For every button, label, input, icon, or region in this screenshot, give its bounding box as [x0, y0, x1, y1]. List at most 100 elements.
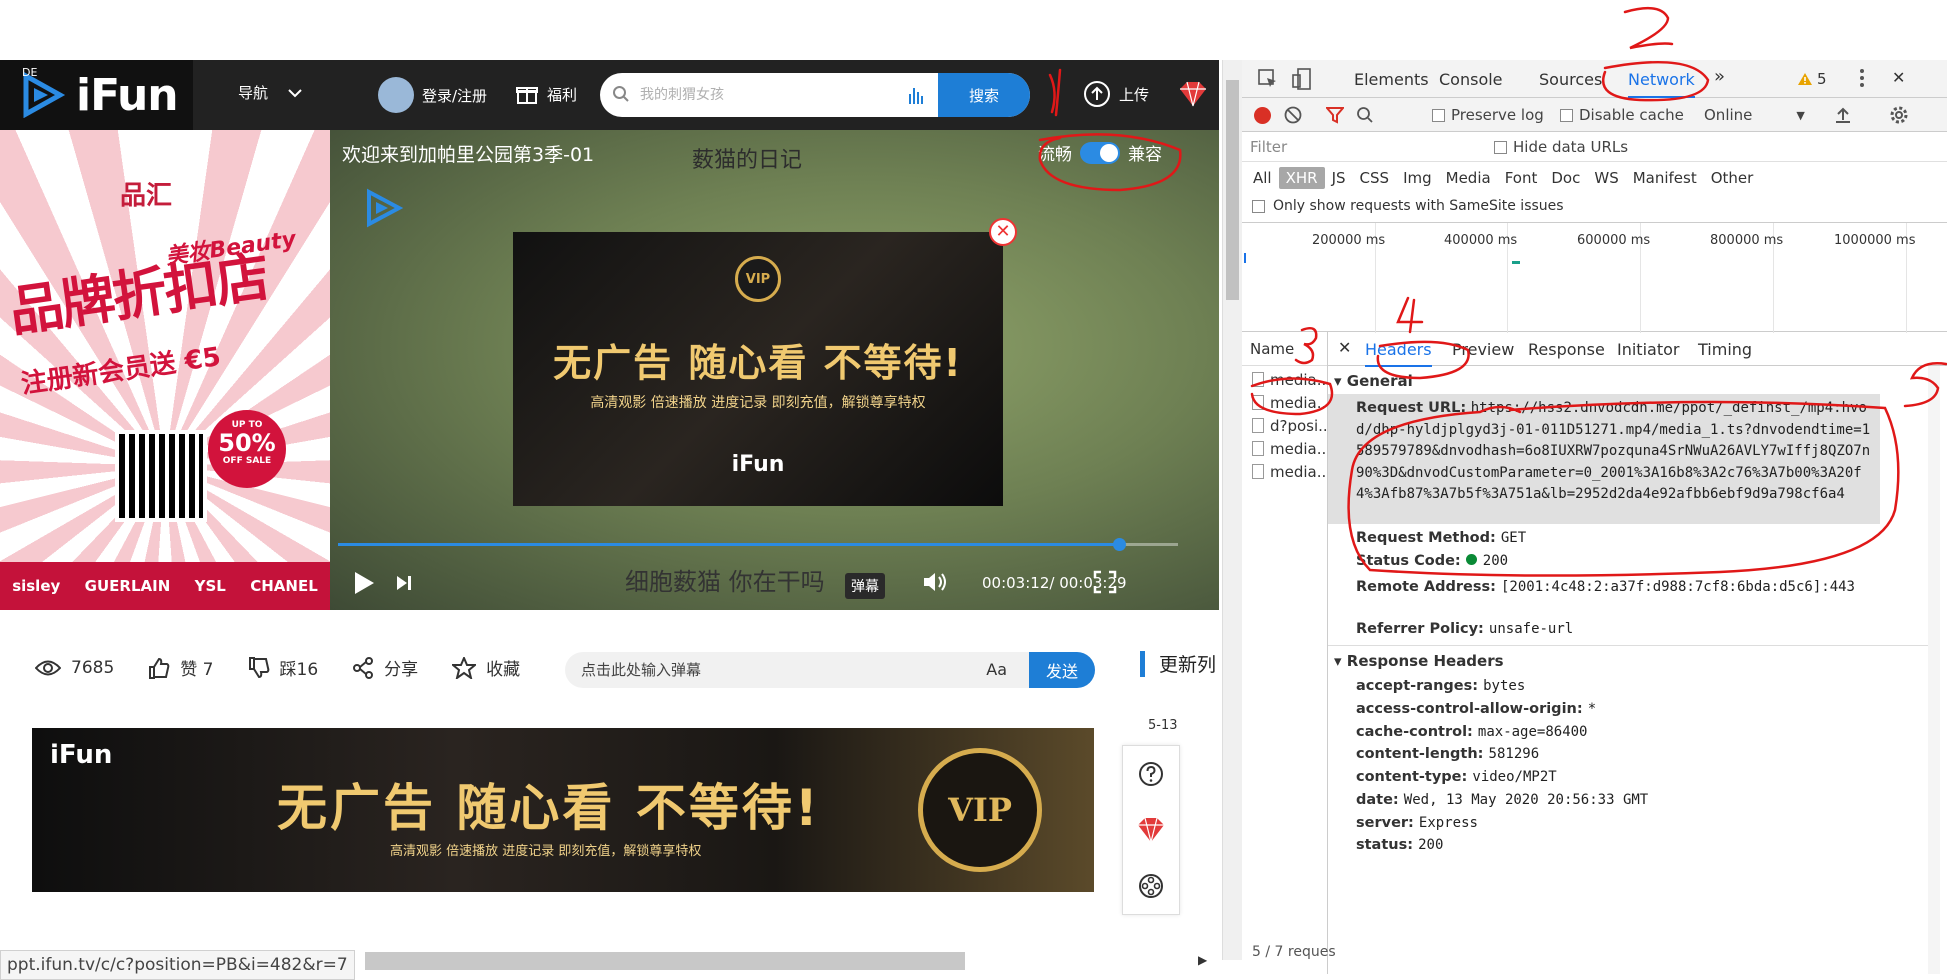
tab-network[interactable]: Network: [1628, 70, 1695, 98]
throttle-select[interactable]: Online ▼: [1704, 106, 1805, 124]
preserve-log-checkbox[interactable]: Preserve log: [1432, 106, 1544, 124]
type-filter[interactable]: WS: [1587, 167, 1625, 189]
fullscreen-icon[interactable]: [1093, 570, 1117, 594]
tab-elements[interactable]: Elements: [1354, 70, 1429, 89]
scrollbar-thumb[interactable]: [1226, 80, 1239, 300]
help-icon[interactable]: [1123, 746, 1179, 802]
request-row-selected[interactable]: media...: [1242, 368, 1327, 391]
response-header-row: date: Wed, 13 May 2020 20:56:33 GMT: [1356, 792, 1648, 808]
tab-timing[interactable]: Timing: [1698, 340, 1752, 359]
type-filter[interactable]: Doc: [1544, 167, 1587, 189]
login-button[interactable]: 登录/注册: [378, 77, 487, 113]
warnings-counter[interactable]: 5: [1797, 70, 1827, 88]
vip-popup[interactable]: VIP 无广告 随心看 不等待! 高清观影 倍速播放 进度记录 即刻充值，解锁尊…: [513, 232, 1003, 506]
settings-gear-icon[interactable]: [1890, 106, 1908, 124]
play-icon[interactable]: [352, 570, 376, 596]
search-input[interactable]: [640, 73, 930, 117]
disable-cache-checkbox[interactable]: Disable cache: [1560, 106, 1684, 124]
tab-console[interactable]: Console: [1439, 70, 1503, 89]
search-icon[interactable]: [1356, 106, 1374, 124]
device-toggle-icon[interactable]: [1292, 68, 1314, 90]
vip-gem-icon[interactable]: [1178, 80, 1208, 108]
welfare-button[interactable]: 福利: [515, 82, 577, 106]
type-filter[interactable]: JS: [1325, 167, 1353, 189]
header-value: 581296: [1488, 746, 1540, 762]
danmu-toggle[interactable]: 弹幕: [845, 573, 885, 599]
tab-headers[interactable]: Headers: [1365, 340, 1432, 367]
cosmetics-ad[interactable]: 品汇 美妆Beauty 品牌折扣店 注册新会员送 €5 UP TO 50% OF…: [0, 130, 330, 610]
timeline-request-bar: [1512, 261, 1520, 264]
type-filter[interactable]: Font: [1498, 167, 1545, 189]
filter-icon[interactable]: [1326, 106, 1344, 124]
nav-dropdown[interactable]: 导航: [238, 82, 302, 103]
general-section-toggle[interactable]: ▾ General: [1334, 372, 1413, 390]
more-tabs-icon[interactable]: »: [1714, 66, 1725, 87]
video-player[interactable]: 欢迎来到加帕里公园第3季-01 薮猫的日记 流畅 兼容 VIP 无广告 随心看 …: [330, 130, 1219, 610]
brand-logo: YSL: [194, 577, 226, 595]
upload-button[interactable]: 上传: [1083, 80, 1149, 108]
search-button[interactable]: 搜索: [938, 73, 1030, 117]
filter-input[interactable]: [1250, 136, 1470, 158]
danmu-font-button[interactable]: Aa: [986, 660, 1007, 679]
danmu-input[interactable]: [581, 652, 981, 688]
brand-logo: CHANEL: [250, 577, 318, 595]
type-filter[interactable]: Media: [1439, 167, 1498, 189]
playback-mode-toggle[interactable]: 流畅 兼容: [1038, 140, 1162, 165]
referrer-policy-value: unsafe-url: [1488, 621, 1574, 637]
brand-strip: sisley GUERLAIN YSL CHANEL: [0, 562, 330, 610]
annotation-number-2: [1623, 6, 1674, 50]
vip-banner-ad[interactable]: iFun 无广告 随心看 不等待! 高清观影 倍速播放 进度记录 即刻充值，解锁…: [32, 728, 1094, 892]
page-horizontal-scrollbar[interactable]: [365, 952, 965, 970]
mode-toggle-switch[interactable]: [1080, 141, 1120, 164]
share-button[interactable]: 分享: [352, 655, 418, 680]
volume-icon[interactable]: [922, 570, 948, 594]
vip-popup-subline: 高清观影 倍速播放 进度记录 即刻充值，解锁尊享特权: [590, 395, 926, 411]
share-icon: [352, 656, 374, 679]
next-episode-icon[interactable]: [395, 573, 413, 593]
sale-badge: UP TO 50% OFF SALE: [208, 410, 286, 488]
type-filter[interactable]: CSS: [1353, 167, 1397, 189]
samesite-checkbox[interactable]: Only show requests with SameSite issues: [1252, 198, 1564, 214]
network-timeline[interactable]: 200000 ms 400000 ms 600000 ms 800000 ms …: [1242, 222, 1947, 333]
type-filter[interactable]: Other: [1704, 167, 1761, 189]
header-value: Express: [1418, 815, 1478, 831]
dislike-button[interactable]: 踩16: [248, 655, 318, 680]
type-filter[interactable]: Img: [1396, 167, 1439, 189]
close-icon[interactable]: ✕: [989, 218, 1017, 246]
referrer-policy-row: Referrer Policy: unsafe-url: [1356, 621, 1573, 637]
tab-preview[interactable]: Preview: [1452, 340, 1514, 359]
request-row[interactable]: d?posi...: [1242, 414, 1327, 437]
close-devtools-icon[interactable]: ✕: [1892, 68, 1905, 87]
inspect-icon[interactable]: [1258, 69, 1278, 89]
tab-response[interactable]: Response: [1528, 340, 1605, 359]
request-row[interactable]: media...: [1242, 437, 1327, 460]
close-detail-icon[interactable]: ✕: [1338, 338, 1351, 357]
request-row[interactable]: media...: [1242, 460, 1327, 483]
record-icon[interactable]: [1254, 107, 1271, 124]
type-filter[interactable]: Manifest: [1626, 167, 1704, 189]
page-vertical-scrollbar[interactable]: [1222, 60, 1242, 960]
request-row[interactable]: media...: [1242, 391, 1327, 414]
favorite-button[interactable]: 收藏: [452, 655, 520, 680]
hide-data-urls-checkbox[interactable]: Hide data URLs: [1494, 138, 1628, 156]
scroll-right-icon[interactable]: ▶: [1198, 953, 1207, 967]
vip-gem-icon[interactable]: [1123, 802, 1179, 858]
request-url-row[interactable]: Request URL: https://hss2.dnvodcdn.me/pp…: [1356, 398, 1876, 506]
list-date[interactable]: 5-13: [1148, 718, 1218, 733]
clear-icon[interactable]: [1284, 106, 1302, 124]
like-button[interactable]: 赞 7: [148, 655, 214, 680]
response-headers-toggle[interactable]: ▾ Response Headers: [1334, 652, 1504, 670]
kebab-menu-icon[interactable]: [1859, 68, 1865, 88]
checkbox-box: [1560, 108, 1573, 122]
type-filter-xhr[interactable]: XHR: [1278, 167, 1325, 189]
type-filter[interactable]: All: [1246, 167, 1279, 189]
tab-sources[interactable]: Sources: [1539, 70, 1602, 89]
tab-initiator[interactable]: Initiator: [1617, 340, 1679, 359]
logo-text: iFun: [76, 69, 179, 121]
film-reel-icon[interactable]: [1123, 858, 1179, 914]
site-logo[interactable]: DE iFun: [0, 60, 193, 130]
import-har-icon[interactable]: [1834, 106, 1852, 124]
detail-scrollbar[interactable]: [1928, 366, 1940, 974]
name-column-header[interactable]: Name: [1242, 332, 1327, 366]
send-button[interactable]: 发送: [1029, 652, 1095, 688]
